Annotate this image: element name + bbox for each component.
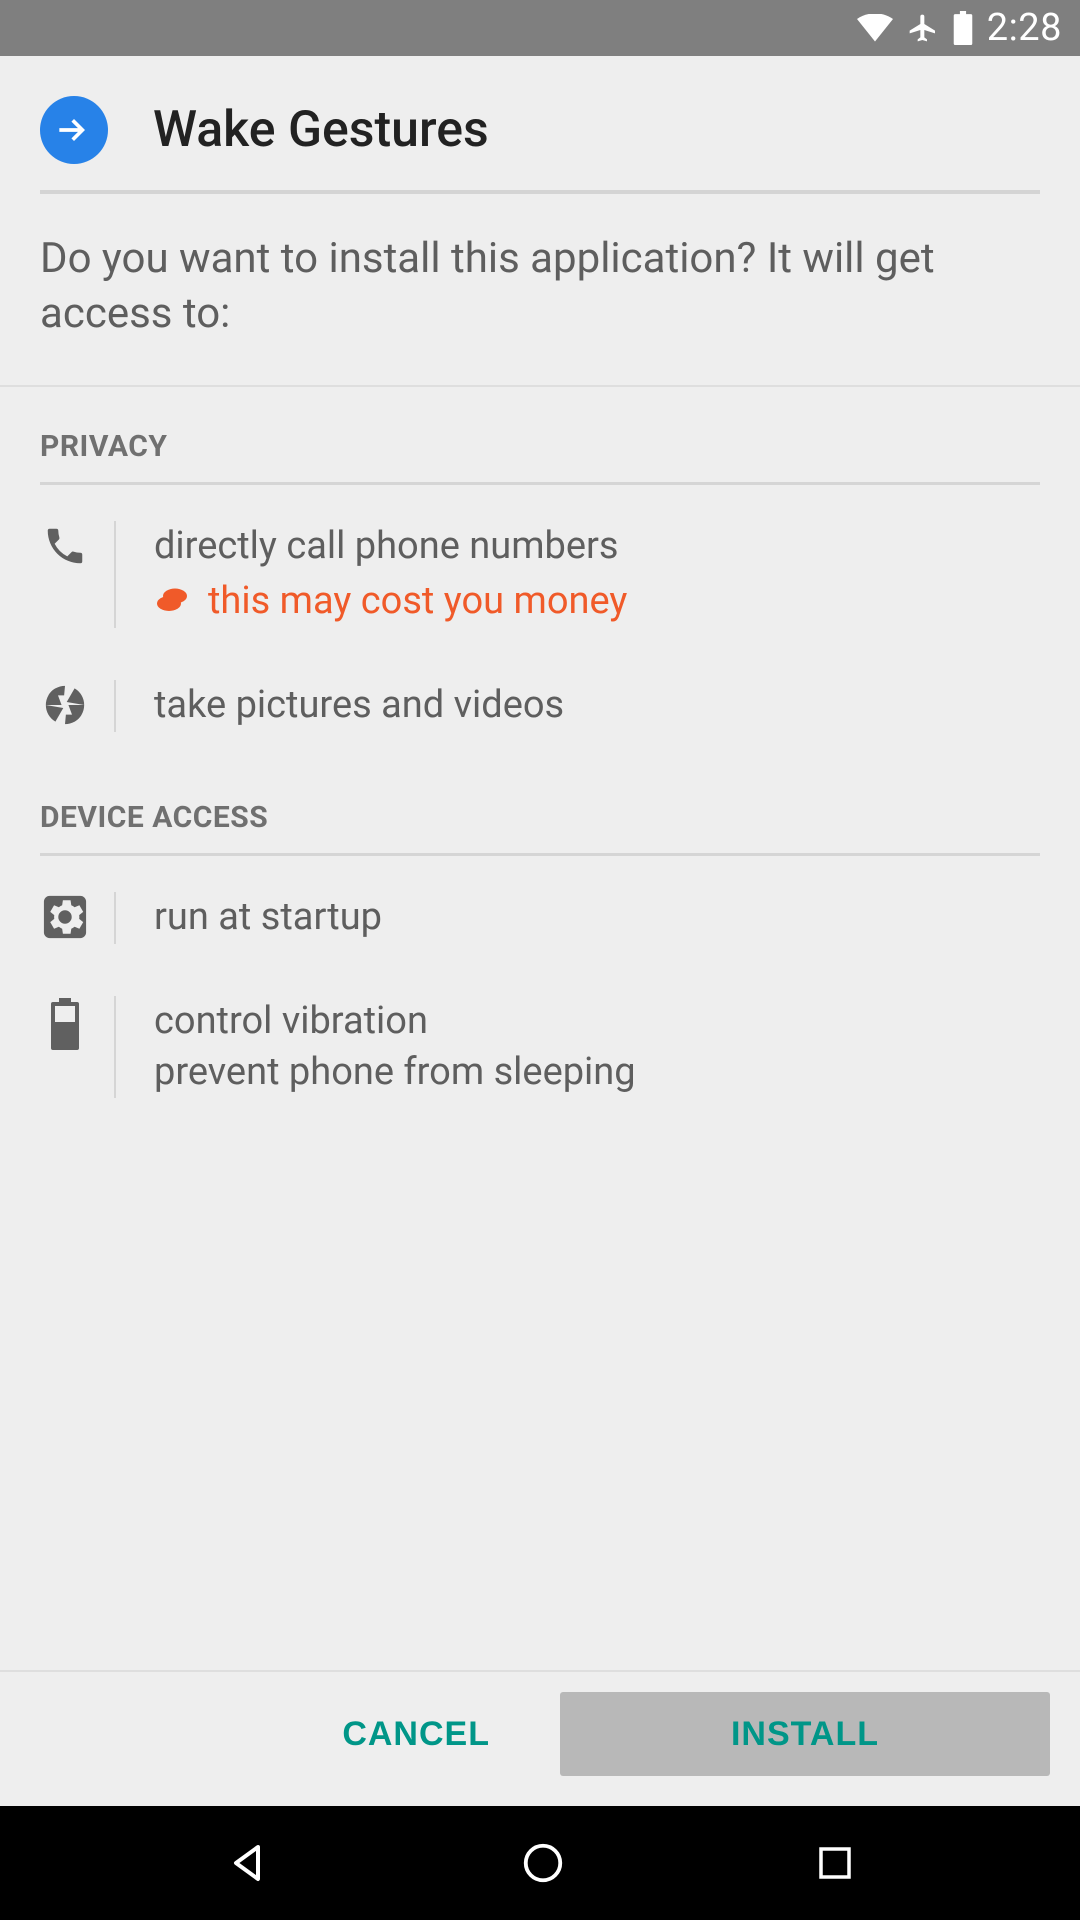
status-bar: 2:28: [0, 0, 1080, 56]
app-title: Wake Gestures: [153, 101, 489, 159]
permission-startup-label: run at startup: [154, 892, 1040, 943]
battery-icon: [953, 11, 973, 45]
phone-icon: [42, 523, 88, 573]
permission-vibration-label: control vibration: [154, 996, 1040, 1047]
status-time: 2:28: [987, 6, 1062, 50]
cost-warning-text: this may cost you money: [208, 576, 627, 627]
nav-home-icon[interactable]: [520, 1840, 566, 1886]
camera-shutter-icon: [42, 682, 88, 732]
permission-item-call: directly call phone numbers this may cos…: [40, 495, 1040, 654]
app-icon: [40, 96, 108, 164]
section-title-privacy: PRIVACY: [40, 429, 1040, 464]
gear-icon: [42, 894, 88, 944]
section-divider: [40, 482, 1040, 485]
permission-item-camera: take pictures and videos: [40, 654, 1040, 758]
wifi-icon: [857, 14, 893, 42]
permission-call-label: directly call phone numbers: [154, 521, 1040, 572]
nav-back-icon[interactable]: [224, 1839, 272, 1887]
coins-icon: [154, 576, 190, 627]
permission-wakelock-label: prevent phone from sleeping: [154, 1047, 1040, 1098]
airplane-icon: [907, 11, 939, 45]
permission-camera-label: take pictures and videos: [154, 680, 1040, 731]
dialog-header: Wake Gestures: [0, 56, 1080, 194]
install-button[interactable]: INSTALL: [560, 1692, 1050, 1776]
section-divider: [40, 853, 1040, 856]
nav-recent-icon[interactable]: [814, 1842, 856, 1884]
navigation-bar: [0, 1806, 1080, 1920]
section-title-device-access: DEVICE ACCESS: [40, 800, 1040, 835]
install-dialog: Wake Gestures Do you want to install thi…: [0, 56, 1080, 1806]
intro-text: Do you want to install this application?…: [0, 194, 1080, 385]
permission-item-battery: control vibration prevent phone from sle…: [40, 970, 1040, 1125]
cancel-button[interactable]: CANCEL: [302, 1692, 530, 1776]
dialog-footer: CANCEL INSTALL: [0, 1670, 1080, 1806]
permission-item-startup: run at startup: [40, 866, 1040, 970]
battery-half-icon: [48, 998, 82, 1054]
cost-warning: this may cost you money: [154, 576, 1040, 627]
